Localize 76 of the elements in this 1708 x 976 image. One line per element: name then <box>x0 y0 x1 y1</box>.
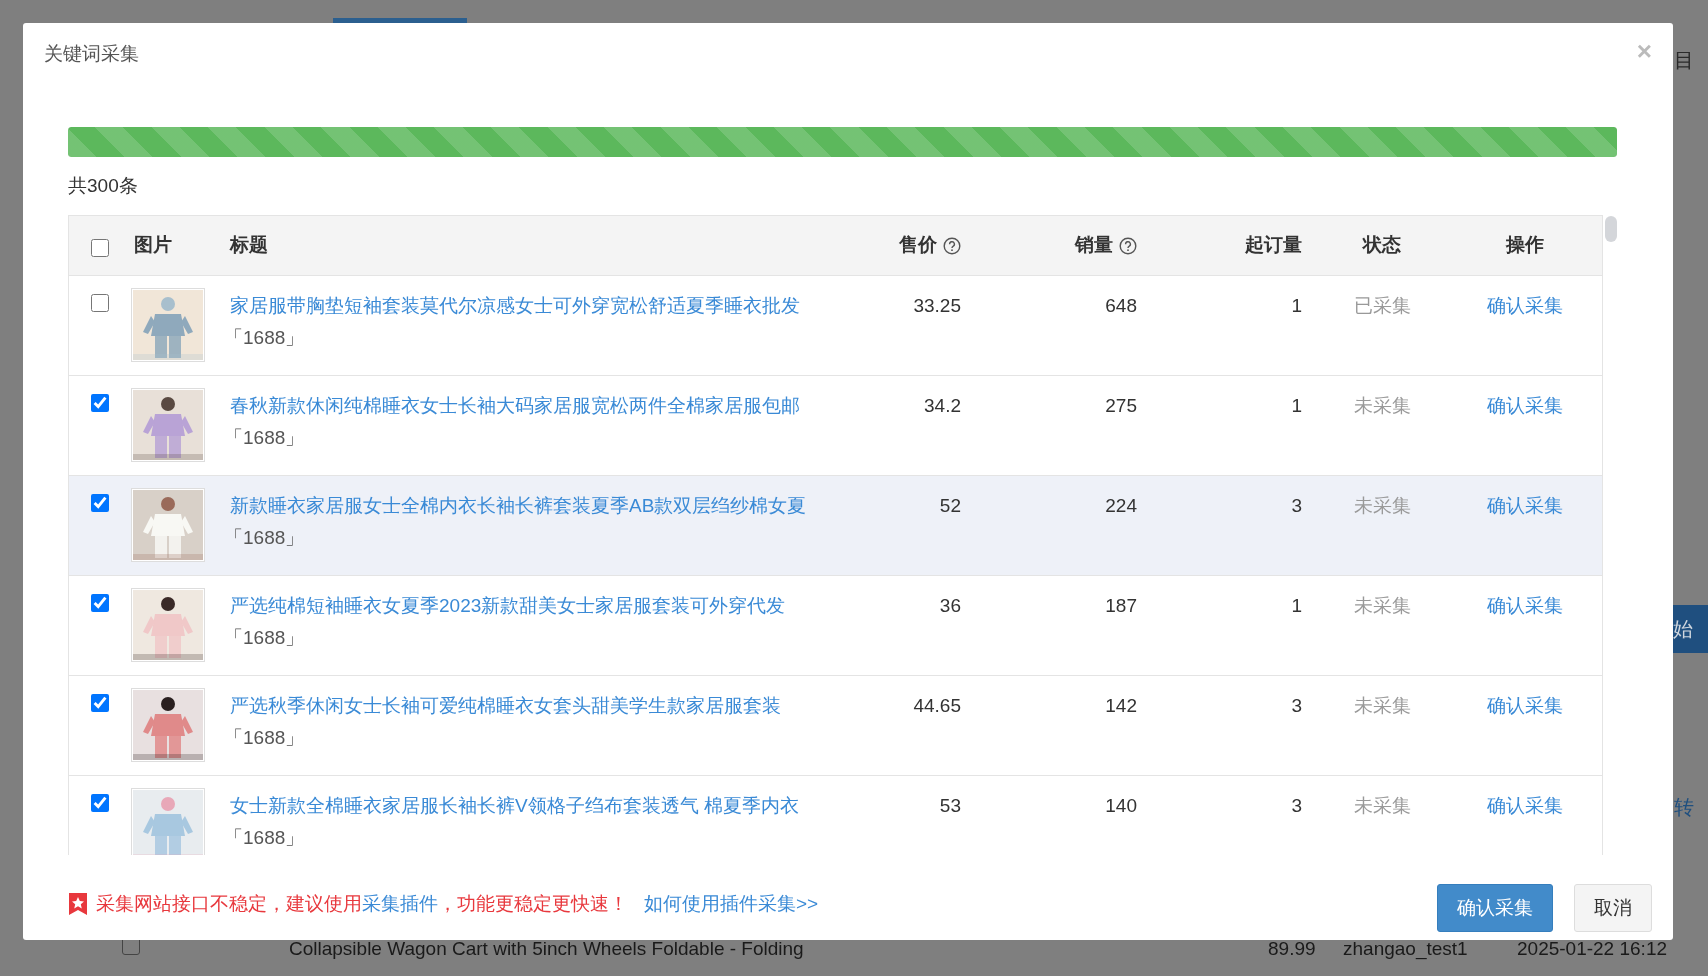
row-checkbox[interactable] <box>91 794 109 812</box>
row-checkbox[interactable] <box>91 394 109 412</box>
column-header: 起订量 <box>1245 233 1302 258</box>
status-text: 未采集 <box>1353 794 1411 818</box>
source-label: 「1688」 <box>224 326 306 350</box>
product-title-link[interactable]: 女士新款全棉睡衣家居服长袖长裤V领格子绉布套装透气 棉夏季内衣 <box>230 790 844 822</box>
help-icon[interactable] <box>943 236 961 255</box>
source-label: 「1688」 <box>224 526 306 550</box>
row-checkbox[interactable] <box>91 594 109 612</box>
confirm-button[interactable]: 确认采集 <box>1437 884 1553 932</box>
start-button[interactable]: 始 <box>1673 605 1708 653</box>
scrollbar-thumb[interactable] <box>1605 216 1617 242</box>
price-text: 34.2 <box>924 394 961 418</box>
price-text: 53 <box>939 794 961 818</box>
page-text: 目 <box>1674 48 1694 73</box>
moq-text: 1 <box>1291 294 1302 318</box>
row-checkbox[interactable] <box>91 294 109 312</box>
status-text: 未采集 <box>1353 694 1411 718</box>
dialog-title: 关键词采集 <box>44 42 139 66</box>
source-label: 「1688」 <box>224 726 306 750</box>
confirm-collect-link[interactable]: 确认采集 <box>1486 390 1563 475</box>
price-text: 33.25 <box>913 294 961 318</box>
product-title-link[interactable]: 严选纯棉短袖睡衣女夏季2023新款甜美女士家居服套装可外穿代发 <box>230 590 844 622</box>
sales-text: 140 <box>1105 794 1137 818</box>
close-button[interactable]: × <box>1636 38 1652 64</box>
confirm-collect-link[interactable]: 确认采集 <box>1486 790 1563 855</box>
row-price: 89.99 <box>1268 937 1316 961</box>
help-link[interactable]: 如何使用插件采集>> <box>644 889 819 919</box>
column-header: 销量 <box>1075 233 1113 258</box>
moq-text: 3 <box>1291 494 1302 518</box>
sales-text: 648 <box>1105 294 1137 318</box>
confirm-collect-link[interactable]: 确认采集 <box>1486 290 1563 375</box>
status-text: 已采集 <box>1353 294 1411 318</box>
source-label: 「1688」 <box>224 626 306 650</box>
source-label: 「1688」 <box>224 826 306 850</box>
product-title-link[interactable]: 春秋新款休闲纯棉睡衣女士长袖大码家居服宽松两件全棉家居服包邮 <box>230 390 844 422</box>
product-title-link[interactable]: 严选秋季休闲女士长袖可爱纯棉睡衣女套头甜美学生款家居服套装 <box>230 690 844 722</box>
price-text: 52 <box>939 494 961 518</box>
column-header: 状态 <box>1363 233 1401 258</box>
page-link[interactable]: 转 <box>1674 792 1694 822</box>
column-header: 标题 <box>230 233 268 258</box>
moq-text: 1 <box>1291 394 1302 418</box>
row-checkbox[interactable] <box>91 494 109 512</box>
sales-text: 275 <box>1105 394 1137 418</box>
cancel-button[interactable]: 取消 <box>1574 884 1652 932</box>
confirm-collect-link[interactable]: 确认采集 <box>1486 690 1563 775</box>
product-title-link[interactable]: 新款睡衣家居服女士全棉内衣长袖长裤套装夏季AB款双层绉纱棉女夏 <box>230 490 844 522</box>
sales-text: 142 <box>1105 694 1137 718</box>
product-title-link[interactable]: 家居服带胸垫短袖套装莫代尔凉感女士可外穿宽松舒适夏季睡衣批发 <box>230 290 844 322</box>
warning-message: 采集网站接口不稳定，建议使用采集插件，功能更稳定更快速！ <box>96 891 628 916</box>
select-all-checkbox[interactable] <box>91 238 109 257</box>
price-text: 44.65 <box>913 694 961 718</box>
row-title: Collapsible Wagon Cart with 5inch Wheels Foldable - Folding <box>289 937 804 961</box>
sales-text: 224 <box>1105 494 1137 518</box>
row-checkbox[interactable] <box>91 694 109 712</box>
status-text: 未采集 <box>1353 594 1411 618</box>
help-icon[interactable] <box>1119 236 1137 255</box>
source-label: 「1688」 <box>224 426 306 450</box>
confirm-collect-link[interactable]: 确认采集 <box>1486 490 1563 575</box>
bookmark-star-icon <box>68 892 88 916</box>
row-time: 2025-01-22 16:12 <box>1517 937 1667 961</box>
moq-text: 1 <box>1291 594 1302 618</box>
confirm-collect-link[interactable]: 确认采集 <box>1486 590 1563 675</box>
column-header: 图片 <box>134 233 172 258</box>
table-row[interactable]: 新款睡衣家居服女士全棉内衣长袖长裤套装夏季AB款双层绉纱棉女夏 「1688」 52 224 3 未采集 确认采集 <box>69 476 1602 576</box>
column-header: 操作 <box>1505 233 1544 258</box>
price-text: 36 <box>939 594 961 618</box>
sales-text: 187 <box>1105 594 1137 618</box>
moq-text: 3 <box>1291 794 1302 818</box>
status-text: 未采集 <box>1353 394 1411 418</box>
column-header: 售价 <box>899 233 937 258</box>
status-text: 未采集 <box>1353 494 1411 518</box>
plugin-link[interactable]: 采集插件 <box>362 892 438 914</box>
row-user: zhangao_test1 <box>1343 937 1468 962</box>
total-count: 共300条 <box>68 174 139 198</box>
moq-text: 3 <box>1291 694 1302 718</box>
